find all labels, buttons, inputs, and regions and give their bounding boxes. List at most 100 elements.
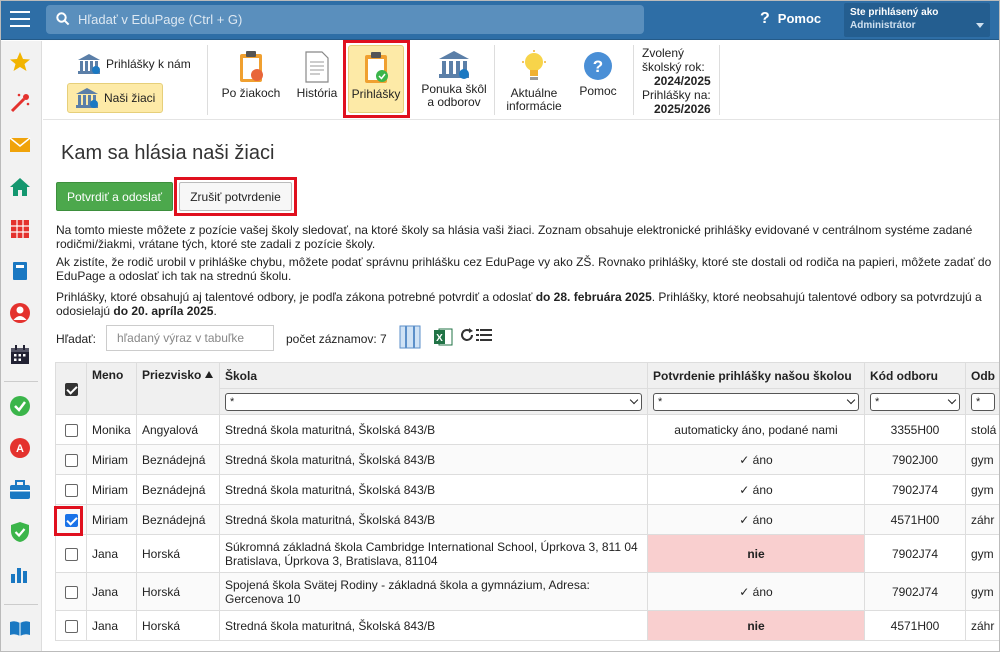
ponuka-skol-button[interactable]: Ponuka škôl a odborov: [413, 50, 495, 109]
list-icon[interactable]: [476, 328, 492, 342]
historia-button[interactable]: História: [289, 50, 345, 100]
col-header-potvrdenie[interactable]: Potvrdenie prihlášky našou školou: [647, 362, 865, 389]
cell-odbor: gym: [965, 572, 1000, 611]
bar-chart-icon[interactable]: [8, 562, 32, 586]
col-header-meno[interactable]: Meno: [86, 362, 137, 415]
cell-skola: Súkromná základná škola Cambridge Intern…: [219, 534, 648, 573]
pomoc-button[interactable]: ? Pomoc: [573, 50, 623, 98]
table-row[interactable]: Jana Horská Súkromná základná škola Cambri…: [55, 534, 1000, 573]
table-row[interactable]: Miriam Beznádejná Stredná škola maturitná,…: [55, 474, 1000, 505]
col-header-odbor[interactable]: Odb: [965, 362, 1000, 389]
table-row[interactable]: Miriam Beznádejná Stredná škola maturitná,…: [55, 504, 1000, 535]
table-row[interactable]: Miriam Beznádejná Stredná škola maturitná,…: [55, 444, 1000, 475]
info-paragraph-3: Prihlášky, ktoré obsahujú aj talentové o…: [56, 290, 996, 318]
cell-skola: Stredná škola maturitná, Školská 843/B: [219, 414, 648, 445]
header-label: Meno: [92, 368, 124, 382]
clipboard-person-icon: [240, 51, 263, 82]
applications-label: Prihlášky na:: [642, 88, 711, 102]
button-label-line1: Ponuka škôl: [421, 82, 487, 96]
header-label: Škola: [225, 368, 258, 383]
refresh-icon[interactable]: [460, 328, 474, 342]
cell-skola: Stredná škola maturitná, Školská 843/B: [219, 504, 648, 535]
chevron-down-icon: [629, 395, 639, 404]
svg-text:X: X: [436, 333, 443, 344]
menu-icon[interactable]: [10, 11, 30, 27]
cell-potvrdenie: ✓ áno: [647, 444, 865, 475]
question-icon: ?: [760, 10, 770, 27]
filter-potvrdenie-select[interactable]: *: [653, 392, 859, 411]
highlight-outline: [174, 177, 297, 216]
row-checkbox[interactable]: [64, 585, 78, 599]
table-search-input[interactable]: [106, 325, 274, 351]
cell-kod: 3355H00: [864, 414, 966, 445]
book-icon[interactable]: [8, 259, 32, 283]
table-row[interactable]: Jana Horská Spojená škola Svätej Rodiny - …: [55, 572, 1000, 611]
columns-icon[interactable]: [399, 325, 421, 349]
cell-odbor: záhr: [965, 610, 1000, 641]
row-checkbox[interactable]: [64, 453, 78, 467]
badge-icon[interactable]: A: [8, 436, 32, 460]
cell-meno: Jana: [86, 572, 137, 611]
col-header-kod[interactable]: Kód odboru: [864, 362, 966, 389]
row-checkbox[interactable]: [64, 547, 78, 561]
row-checkbox[interactable]: [64, 423, 78, 437]
select-cell: [55, 444, 87, 475]
cell-priezvisko: Beznádejná: [136, 504, 220, 535]
button-label: Po žiakoch: [221, 86, 281, 100]
deadline-text: .: [213, 304, 217, 318]
shield-check-icon[interactable]: [8, 520, 32, 544]
tab-nasi-ziaci[interactable]: Naši žiaci: [67, 83, 163, 113]
filter-value: *: [976, 395, 981, 408]
select-cell: [55, 414, 87, 445]
timetable-grid-icon[interactable]: [8, 217, 32, 241]
check-circle-icon[interactable]: [8, 394, 32, 418]
briefcase-icon[interactable]: [8, 478, 32, 502]
main-content: Kam sa hlásia naši žiaci Potvrdiť a odos…: [43, 121, 1000, 652]
filter-skola-select[interactable]: *: [225, 392, 642, 411]
svg-text:A: A: [16, 443, 24, 455]
header-label: Kód odboru: [870, 368, 938, 383]
filter-kod-select[interactable]: *: [870, 392, 960, 411]
filter-odbor-select[interactable]: *: [971, 392, 995, 411]
cell-skola: Stredná škola maturitná, Školská 843/B: [219, 610, 648, 641]
open-book-icon[interactable]: [8, 616, 32, 640]
global-search-input[interactable]: [78, 9, 628, 30]
po-ziakoch-button[interactable]: Po žiakoch: [217, 50, 285, 100]
home-icon[interactable]: [8, 175, 32, 199]
person-icon[interactable]: [8, 301, 32, 325]
magic-wand-icon[interactable]: [8, 91, 32, 115]
table-row[interactable]: Monika Angyalová Stredná škola maturitná, …: [55, 414, 1000, 445]
help-label: Pomoc: [777, 11, 822, 26]
cell-potvrdenie: ✓ áno: [647, 572, 865, 611]
col-header-skola[interactable]: Škola: [219, 362, 648, 389]
star-icon[interactable]: [8, 50, 32, 74]
svg-text:?: ?: [593, 57, 603, 76]
cell-skola: Stredná škola maturitná, Školská 843/B: [219, 474, 648, 505]
row-checkbox[interactable]: [64, 619, 78, 633]
toolbar-divider: [207, 45, 208, 115]
row-checkbox[interactable]: [64, 483, 78, 497]
calendar-icon[interactable]: [8, 343, 32, 367]
envelope-icon[interactable]: [8, 133, 32, 157]
select-all-checkbox[interactable]: [64, 382, 78, 396]
col-header-priezvisko[interactable]: Priezvisko: [136, 362, 220, 415]
select-cell: [55, 474, 87, 505]
filter-value: *: [658, 395, 663, 408]
user-line1: Ste prihlásený ako: [850, 7, 939, 18]
cell-kod: 7902J74: [864, 572, 966, 611]
aktualne-informacie-button[interactable]: Aktuálne informácie: [499, 50, 569, 113]
cell-priezvisko: Horská: [136, 534, 220, 573]
filter-cell: *: [965, 388, 1000, 415]
record-count: počet záznamov: 7: [286, 332, 387, 346]
table-row[interactable]: Jana Horská Stredná škola maturitná, Škols…: [55, 610, 1000, 641]
user-menu[interactable]: Ste prihlásený ako Administrátor: [844, 3, 990, 37]
school-year-value: 2024/2025: [653, 74, 711, 88]
help-link[interactable]: ? Pomoc: [760, 10, 821, 28]
header-label: Odb: [971, 368, 995, 383]
cell-skola: Spojená škola Svätej Rodiny - základná š…: [219, 572, 648, 611]
applications-table: Meno Priezvisko Škola Potvrdenie prihláš…: [55, 362, 1000, 641]
highlight-outline: [54, 506, 83, 536]
confirm-send-button[interactable]: Potvrdiť a odoslať: [56, 182, 173, 211]
excel-icon[interactable]: X: [433, 327, 453, 347]
tab-prihlasky-k-nam[interactable]: Prihlášky k nám: [74, 53, 193, 75]
